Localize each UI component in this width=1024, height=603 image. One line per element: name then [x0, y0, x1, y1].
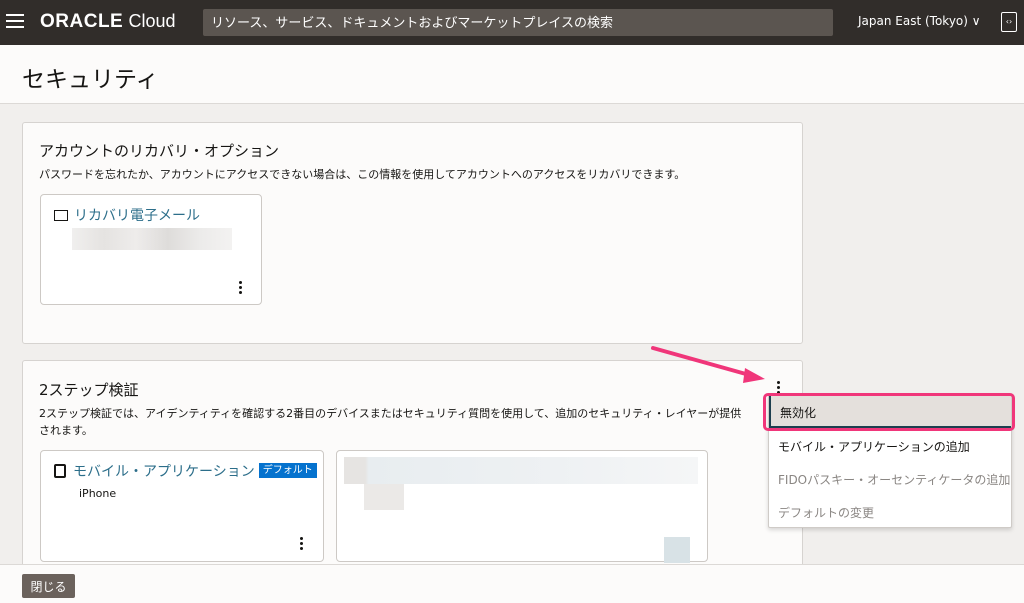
chevron-down-icon: ∨: [971, 14, 981, 28]
oracle-cloud-logo[interactable]: ORACLE Cloud: [40, 11, 176, 33]
recovery-email-card: リカバリ電子メール: [40, 194, 262, 305]
highlight-box: [763, 393, 1015, 431]
recovery-description: パスワードを忘れたか、アカウントにアクセスできない場合は、この情報を使用してアカ…: [39, 168, 686, 181]
top-bar: ORACLE Cloud Japan East (Tokyo) ∨ ‹›: [0, 0, 1024, 45]
redacted-block: [364, 484, 404, 510]
menu-item-add-mobile-app[interactable]: モバイル・アプリケーションの追加: [769, 429, 1011, 462]
brand: ORACLE: [40, 11, 124, 32]
kebab-menu-icon[interactable]: [296, 535, 306, 552]
redacted-block: [664, 537, 690, 563]
recovery-options-card: アカウントのリカバリ・オプション パスワードを忘れたか、アカウントにアクセスでき…: [22, 122, 803, 344]
redacted-email: [72, 228, 232, 250]
region-selector[interactable]: Japan East (Tokyo) ∨: [858, 14, 981, 28]
brand-suffix: Cloud: [128, 11, 176, 31]
two-step-card: 2ステップ検証 2ステップ検証では、アイデンティティを確認する2番目のデバイスま…: [22, 360, 803, 590]
menu-item-change-default: デフォルトの変更: [778, 506, 875, 520]
two-step-description: 2ステップ検証では、アイデンティティを確認する2番目のデバイスまたはセキュリティ…: [39, 405, 799, 439]
description-line2: されます。: [39, 424, 93, 437]
mobile-app-header: モバイル・アプリケーション デフォルト: [54, 461, 317, 481]
kebab-menu-icon[interactable]: [235, 279, 245, 296]
recovery-email-header: リカバリ電子メール: [54, 205, 200, 225]
region-label: Japan East (Tokyo): [858, 14, 968, 28]
device-name: iPhone: [79, 487, 117, 500]
mobile-app-link[interactable]: モバイル・アプリケーション: [73, 464, 255, 480]
redacted-card: [336, 450, 708, 563]
page-title: セキュリティ: [22, 67, 159, 93]
recovery-title: アカウントのリカバリ・オプション: [39, 142, 280, 160]
close-button[interactable]: 閉じる: [22, 574, 75, 598]
mobile-device-icon: [54, 464, 66, 478]
footer: 閉じる: [0, 564, 1024, 603]
developer-tools-icon[interactable]: ‹›: [1001, 12, 1017, 32]
hamburger-menu-icon[interactable]: [6, 14, 24, 28]
menu-item-add-fido: FIDOパスキー・オーセンティケータの追加: [778, 473, 1011, 487]
mobile-app-card: モバイル・アプリケーション デフォルト iPhone: [40, 450, 324, 562]
default-badge: デフォルト: [258, 463, 317, 478]
redacted-block: [344, 457, 698, 484]
title-bar: セキュリティ: [0, 45, 1024, 104]
search-input[interactable]: [203, 9, 833, 36]
recovery-email-link[interactable]: リカバリ電子メール: [74, 208, 200, 224]
envelope-icon: [54, 210, 68, 221]
annotation-arrow-icon: [651, 346, 765, 383]
two-step-title: 2ステップ検証: [39, 381, 139, 399]
description-line1: 2ステップ検証では、アイデンティティを確認する2番目のデバイスまたはセキュリティ…: [39, 407, 742, 420]
